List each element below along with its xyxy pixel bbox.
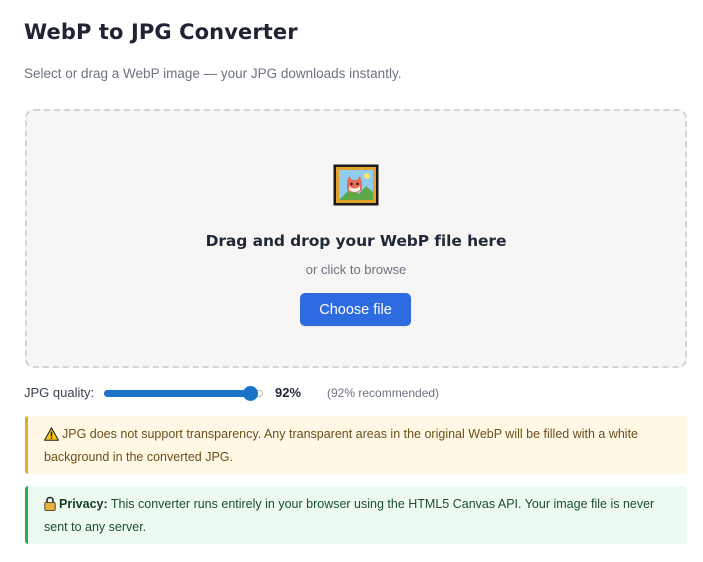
quality-recommendation: (92% recommended)	[327, 386, 440, 400]
transparency-warning: JPG does not support transparency. Any t…	[25, 416, 687, 474]
framed-picture-icon	[333, 164, 379, 206]
privacy-notice: Privacy: This converter runs entirely in…	[25, 486, 687, 544]
choose-file-button[interactable]: Choose file	[300, 293, 411, 326]
lock-icon	[44, 496, 56, 517]
transparency-warning-text: JPG does not support transparency. Any t…	[44, 427, 639, 464]
dropzone-subtitle: or click to browse	[305, 262, 407, 277]
file-dropzone[interactable]: Drag and drop your WebP file here or cli…	[25, 109, 687, 368]
page-subtitle: Select or drag a WebP image — your JPG d…	[24, 66, 402, 81]
slider-thumb[interactable]	[243, 386, 258, 401]
warning-icon	[44, 427, 59, 447]
privacy-heading: Privacy:	[59, 497, 108, 511]
page-title: WebP to JPG Converter	[24, 20, 298, 44]
privacy-text: This converter runs entirely in your bro…	[44, 497, 655, 534]
dropzone-title: Drag and drop your WebP file here	[205, 232, 507, 250]
converter-page: WebP to JPG Converter Select or drag a W…	[0, 0, 703, 562]
quality-slider[interactable]	[104, 386, 263, 401]
quality-label: JPG quality:	[24, 385, 95, 400]
slider-fill	[104, 390, 250, 397]
quality-control: JPG quality: 92% (92% recommended)	[24, 382, 684, 404]
quality-value: 92%	[275, 385, 302, 400]
